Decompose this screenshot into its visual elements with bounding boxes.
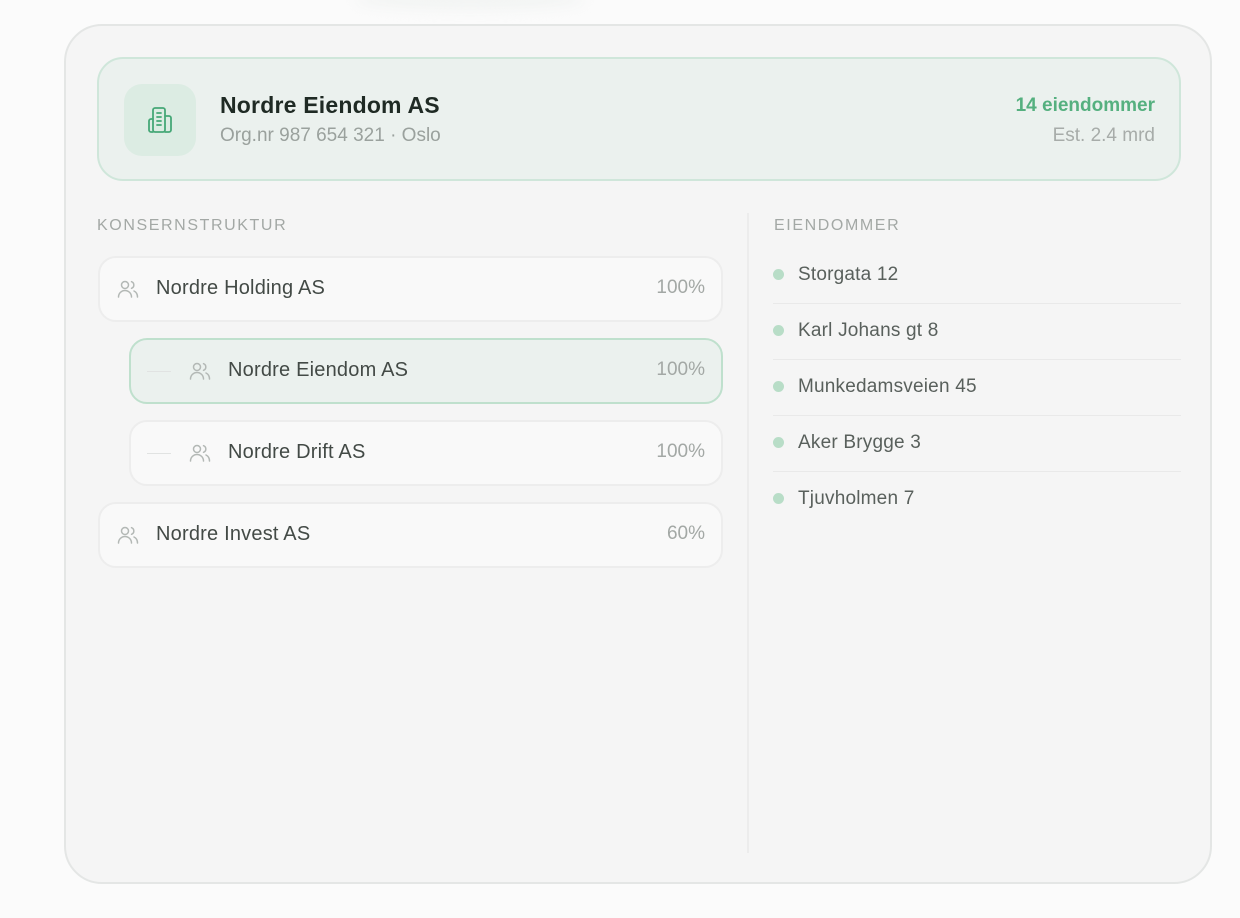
node-name: Nordre Eiendom AS (228, 359, 409, 381)
properties-section-title: EIENDOMMER (774, 217, 901, 234)
property-item[interactable]: Karl Johans gt 8 (773, 304, 1181, 360)
structure-node-nordre-eiendom[interactable]: Nordre Eiendom AS 100% (129, 338, 723, 404)
property-item[interactable]: Munkedamsveien 45 (773, 360, 1181, 416)
property-item[interactable]: Tjuvholmen 7 (773, 472, 1181, 527)
property-name: Munkedamsveien 45 (798, 376, 977, 397)
company-name: Nordre Eiendom AS (220, 92, 440, 118)
building-icon (124, 84, 196, 156)
column-divider (747, 213, 749, 853)
status-dot (773, 269, 784, 280)
property-name: Storgata 12 (798, 264, 899, 285)
node-name: Nordre Holding AS (156, 277, 326, 299)
property-item[interactable]: Aker Brygge 3 (773, 416, 1181, 472)
status-dot (773, 437, 784, 448)
tree-connector (147, 453, 171, 454)
background-glow (355, 0, 585, 10)
property-item[interactable]: Storgata 12 (773, 248, 1181, 304)
people-icon (116, 523, 140, 547)
people-icon (188, 441, 212, 465)
structure-section-title: KONSERNSTRUKTUR (97, 217, 288, 234)
status-dot (773, 381, 784, 392)
people-icon (188, 359, 212, 383)
status-dot (773, 325, 784, 336)
property-name: Tjuvholmen 7 (798, 488, 915, 509)
structure-node-nordre-holding[interactable]: Nordre Holding AS 100% (98, 256, 723, 322)
company-header[interactable]: Nordre Eiendom AS Org.nr 987 654 321 · O… (97, 57, 1181, 181)
ownership-percent: 100% (656, 441, 705, 462)
ownership-percent: 100% (656, 277, 705, 298)
company-meta: Org.nr 987 654 321 · Oslo (220, 125, 441, 146)
estimated-value: Est. 2.4 mrd (1052, 125, 1155, 146)
node-name: Nordre Invest AS (156, 523, 311, 545)
ownership-percent: 100% (656, 359, 705, 380)
property-list: Storgata 12 Karl Johans gt 8 Munkedamsve… (773, 248, 1181, 527)
property-name: Karl Johans gt 8 (798, 320, 939, 341)
node-name: Nordre Drift AS (228, 441, 366, 463)
people-icon (116, 277, 140, 301)
property-name: Aker Brygge 3 (798, 432, 921, 453)
tree-connector (147, 371, 171, 372)
status-dot (773, 493, 784, 504)
structure-node-nordre-drift[interactable]: Nordre Drift AS 100% (129, 420, 723, 486)
property-count: 14 eiendommer (1015, 95, 1155, 116)
ownership-percent: 60% (666, 523, 705, 544)
structure-node-nordre-invest[interactable]: Nordre Invest AS 60% (98, 502, 723, 568)
